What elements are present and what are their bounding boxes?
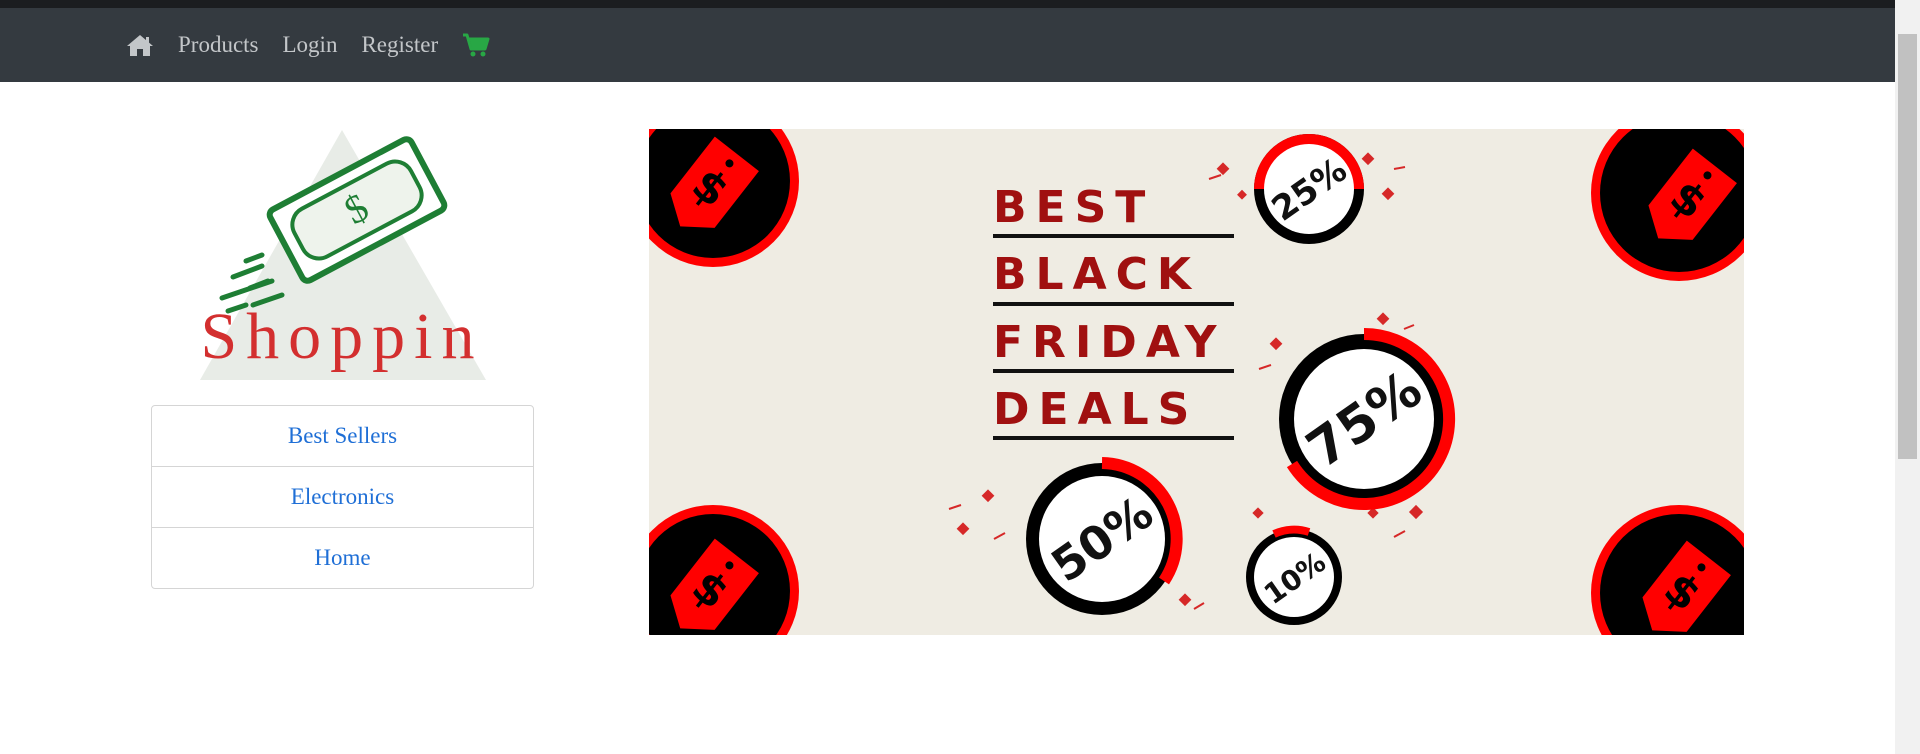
headline-line-1: BEST <box>993 182 1154 233</box>
window-top-strip <box>0 0 1920 8</box>
logo-text: Shoppin <box>200 300 483 373</box>
headline-line-2: BLACK <box>993 249 1200 300</box>
shopping-cart-icon[interactable] <box>462 32 490 58</box>
category-home[interactable]: Home <box>152 527 533 588</box>
headline-line-4: DEALS <box>993 384 1198 435</box>
navbar: Products Login Register <box>0 8 1895 82</box>
black-friday-banner[interactable]: $ $ $ $ BEST BLACK FRIDAY DEALS 25% 75% … <box>649 129 1744 635</box>
category-best-sellers[interactable]: Best Sellers <box>152 406 533 466</box>
navbar-links: Products Login Register <box>126 8 490 82</box>
category-list: Best Sellers Electronics Home <box>151 405 534 589</box>
scrollbar[interactable] <box>1895 0 1920 754</box>
scrollbar-thumb[interactable] <box>1898 34 1917 459</box>
shoppin-logo: $ Shoppin <box>200 130 486 380</box>
nav-link-products[interactable]: Products <box>178 32 259 58</box>
category-electronics[interactable]: Electronics <box>152 466 533 527</box>
discount-badge-75: 75% <box>1279 328 1456 510</box>
discount-badge-25: 25% <box>1254 134 1364 244</box>
nav-link-register[interactable]: Register <box>361 32 438 58</box>
discount-badge-10: 10% <box>1246 525 1342 625</box>
discount-badge-50: 50% <box>1026 457 1183 615</box>
headline-line-3: FRIDAY <box>993 317 1226 368</box>
home-icon[interactable] <box>126 33 154 57</box>
nav-link-login[interactable]: Login <box>283 32 338 58</box>
